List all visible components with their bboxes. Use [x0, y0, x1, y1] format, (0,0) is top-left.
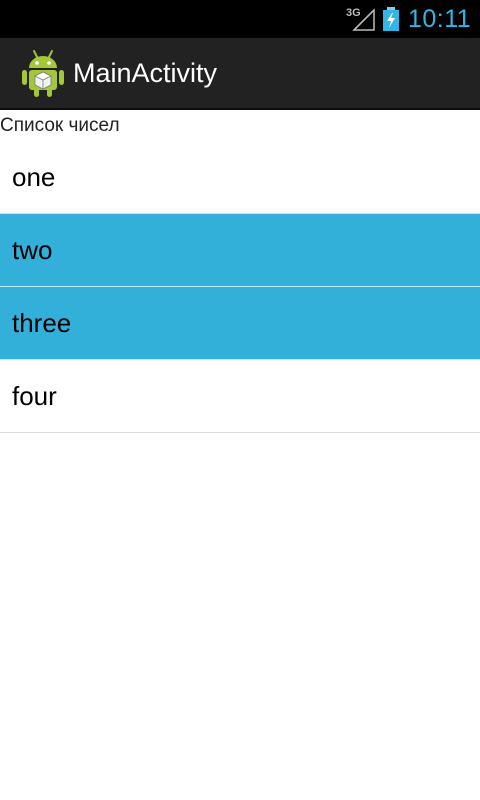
status-time: 10:11	[408, 5, 472, 33]
battery-charging-icon	[383, 7, 399, 31]
list-item-label: one	[12, 162, 56, 192]
list-item-label: three	[12, 308, 72, 338]
list-item[interactable]: one	[0, 141, 480, 214]
content-area: Список чисел one two three four	[0, 110, 480, 800]
signal-icon: 3G	[346, 7, 375, 31]
app-title: MainActivity	[73, 58, 218, 88]
list-item[interactable]: four	[0, 360, 480, 433]
android-app-icon[interactable]	[20, 48, 66, 98]
action-bar: MainActivity	[0, 38, 480, 110]
number-list: one two three four	[0, 141, 480, 433]
list-header: Список чисел	[0, 115, 120, 136]
network-type-label: 3G	[346, 7, 361, 19]
list-item-label: four	[12, 381, 57, 411]
list-item-label: two	[12, 235, 53, 265]
list-item[interactable]: three	[0, 287, 480, 360]
list-item[interactable]: two	[0, 214, 480, 287]
status-bar: 3G 10:11	[0, 0, 480, 38]
